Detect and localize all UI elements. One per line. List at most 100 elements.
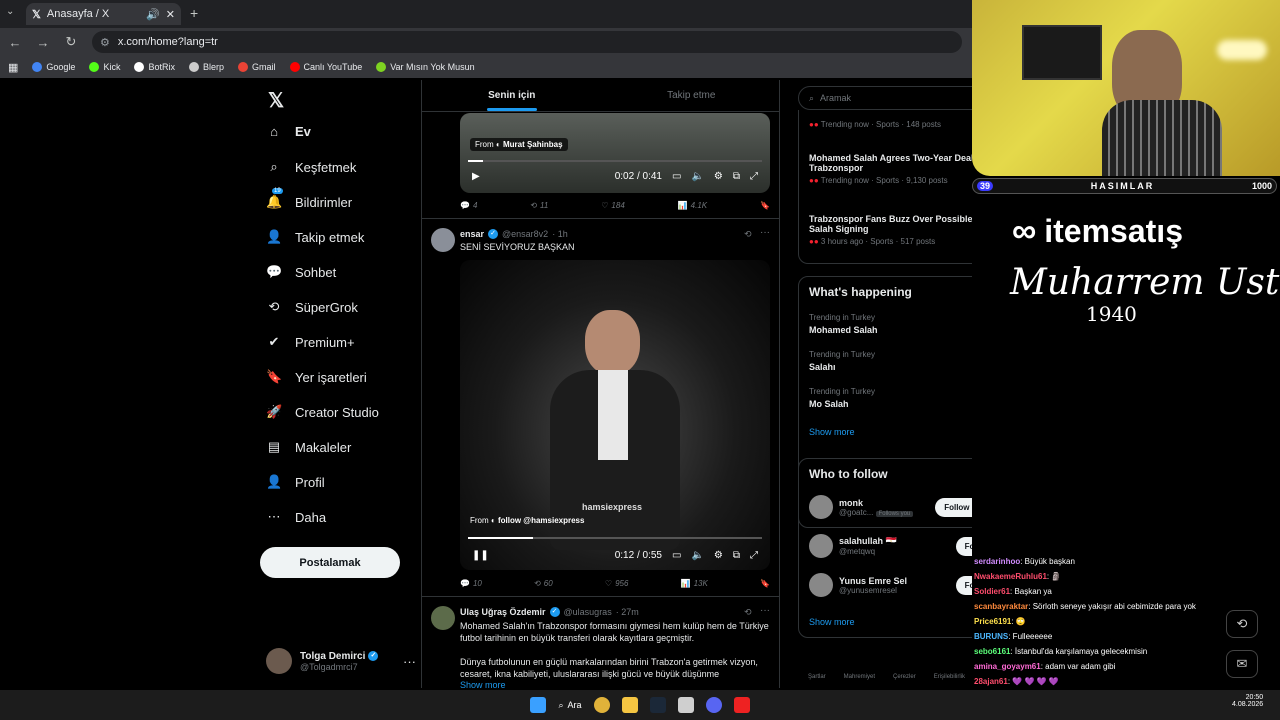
messages-icon[interactable]: ✉: [1226, 650, 1258, 678]
bookmark-icon[interactable]: 🔖: [760, 579, 770, 588]
tab-following[interactable]: Takip etme: [602, 80, 780, 111]
play-icon[interactable]: ▶: [472, 171, 480, 182]
app-icon[interactable]: [677, 697, 694, 713]
bookmark-item[interactable]: Var Mısın Yok Musun: [376, 62, 475, 72]
chat-username[interactable]: Price6191: [974, 617, 1011, 626]
author-handle[interactable]: @ulasugras: [564, 607, 612, 617]
views-button[interactable]: 📊 4.1K: [678, 201, 707, 210]
settings-icon[interactable]: ⚙: [714, 550, 723, 561]
nav-item-10[interactable]: 👤 Profil: [266, 474, 325, 490]
video-progress[interactable]: [468, 537, 762, 539]
tweet-time[interactable]: · 1h: [552, 229, 568, 239]
volume-icon[interactable]: 🔈: [691, 550, 703, 561]
x-logo-icon[interactable]: 𝕏: [268, 88, 284, 113]
repost-button[interactable]: ⟲ 60: [534, 579, 553, 588]
windows-start-icon[interactable]: [530, 697, 547, 713]
nav-item-11[interactable]: ⋯ Daha: [266, 509, 327, 525]
chat-username[interactable]: Soldier61: [974, 587, 1010, 596]
nav-item-0[interactable]: ⌂ Ev: [266, 124, 311, 139]
bookmark-item[interactable]: Blerp: [188, 62, 224, 72]
follow-suggestion[interactable]: salahullah 🇪🇬@metqwqFollow: [809, 534, 999, 558]
folder-icon[interactable]: [621, 697, 638, 713]
chat-username[interactable]: BURUNS: [974, 632, 1008, 641]
nav-item-6[interactable]: ✔ Premium+: [266, 334, 355, 350]
nav-item-9[interactable]: ▤ Makaleler: [266, 439, 352, 455]
nav-item-5[interactable]: ⟲ SüperGrok: [266, 299, 358, 315]
footer-link[interactable]: Erişilebilirlik: [934, 674, 965, 680]
bookmark-item[interactable]: Google: [32, 62, 75, 72]
taskbar-search[interactable]: ⌕ Ara: [558, 700, 581, 711]
close-icon[interactable]: ✕: [166, 8, 175, 21]
bookmark-item[interactable]: BotRix: [134, 62, 175, 72]
grok-icon[interactable]: ⟲: [744, 607, 752, 618]
nav-item-7[interactable]: 🔖 Yer işaretleri: [266, 369, 367, 385]
bookmark-item[interactable]: Kick: [89, 62, 120, 72]
volume-icon[interactable]: 🔈: [691, 171, 703, 182]
news-item[interactable]: Trabzonspor Fans Buzz Over Possible Sala…: [809, 214, 999, 246]
pip-icon[interactable]: ⧉: [733, 171, 740, 182]
forward-icon[interactable]: →: [36, 35, 50, 50]
follow-suggestion[interactable]: Yunus Emre Sel@yunusemreselFollow: [809, 573, 999, 597]
avatar[interactable]: [431, 228, 455, 252]
post-button[interactable]: Postalamak: [260, 547, 400, 578]
address-bar[interactable]: ⚙ x.com/home?lang=tr: [92, 31, 962, 53]
settings-icon[interactable]: ⚙: [714, 171, 723, 182]
reload-icon[interactable]: ↻: [64, 34, 78, 50]
back-icon[interactable]: ←: [8, 35, 22, 50]
media-icon[interactable]: [733, 697, 750, 713]
bookmark-item[interactable]: Gmail: [237, 62, 276, 72]
chat-username[interactable]: NwakaemeRuhlu61: [974, 572, 1047, 581]
author-handle[interactable]: @ensar8v2: [502, 229, 548, 239]
tab-list-icon[interactable]: ⌄: [6, 6, 14, 17]
tab-for-you[interactable]: Senin için: [422, 80, 602, 111]
chat-username[interactable]: amina_goyaym61: [974, 662, 1041, 671]
nav-item-1[interactable]: ⌕ Keşfetmek: [266, 159, 356, 175]
apps-icon[interactable]: ▦: [8, 61, 18, 74]
site-info-icon[interactable]: ⚙: [100, 36, 110, 49]
tweet-time[interactable]: · 27m: [616, 607, 639, 617]
chat-username[interactable]: scanbayraktar: [974, 602, 1028, 611]
bookmark-item[interactable]: Canlı YouTube: [289, 62, 362, 72]
footer-link[interactable]: Mahremiyet: [844, 674, 875, 680]
chat-username[interactable]: serdarinhoo: [974, 557, 1020, 566]
views-button[interactable]: 📊 13K: [681, 579, 708, 588]
steam-icon[interactable]: [649, 697, 666, 713]
follow-suggestion[interactable]: monk @goatc... Follows you Follow back: [809, 495, 999, 519]
account-switcher[interactable]: Tolga Demirci ✓ @Tolgadmrci7 ···: [266, 646, 416, 676]
more-icon[interactable]: ···: [760, 227, 770, 238]
more-icon[interactable]: ···: [403, 654, 416, 669]
chat-username[interactable]: sebo6161: [974, 647, 1010, 656]
news-item[interactable]: Mohamed Salah Agrees Two-Year Deal with …: [809, 153, 999, 185]
reply-button[interactable]: 💬 10: [460, 579, 482, 588]
speaker-icon[interactable]: 🔊: [146, 8, 160, 21]
like-button[interactable]: ♡ 184: [601, 201, 625, 210]
show-more-link[interactable]: Show more: [809, 427, 855, 437]
trend-item[interactable]: Trending in Turkey Mohamed Salah: [809, 313, 878, 335]
grok-icon[interactable]: ⟲: [1226, 610, 1258, 638]
fullscreen-icon[interactable]: ⤢: [750, 171, 758, 182]
captions-icon[interactable]: ▭: [672, 550, 681, 561]
discord-icon[interactable]: [705, 697, 722, 713]
trend-item[interactable]: Trending in Turkey Salahı: [809, 350, 875, 372]
footer-link[interactable]: Şartlar: [808, 674, 826, 680]
video-progress[interactable]: [468, 160, 762, 162]
nav-item-2[interactable]: 🔔 19 Bildirimler: [266, 188, 352, 210]
chat-username[interactable]: 28ajan61: [974, 677, 1008, 686]
show-more-link[interactable]: Show more: [460, 680, 506, 688]
nav-item-4[interactable]: 💬 Sohbet: [266, 264, 336, 280]
news-item[interactable]: ●● Trending now · Sports · 148 posts: [809, 120, 941, 129]
chrome-icon[interactable]: [593, 697, 610, 713]
new-tab-icon[interactable]: +: [190, 5, 198, 21]
captions-icon[interactable]: ▭: [672, 171, 681, 182]
show-more-link[interactable]: Show more: [809, 617, 855, 627]
trend-item[interactable]: Trending in Turkey Mo Salah: [809, 387, 875, 409]
author-name[interactable]: ensar: [460, 229, 484, 239]
reply-button[interactable]: 💬 4: [460, 201, 477, 210]
more-icon[interactable]: ···: [760, 605, 770, 616]
clock[interactable]: 20:50 4.08.2026: [1232, 694, 1263, 708]
repost-button[interactable]: ⟲ 11: [530, 201, 548, 210]
nav-item-3[interactable]: 👤 Takip etmek: [266, 229, 364, 245]
video-player[interactable]: hamsiexpress From ◐ follow @hamsiexpress…: [460, 260, 770, 570]
author-name[interactable]: Ulaş Uğraş Özdemir: [460, 607, 546, 617]
bookmark-icon[interactable]: 🔖: [760, 201, 770, 210]
